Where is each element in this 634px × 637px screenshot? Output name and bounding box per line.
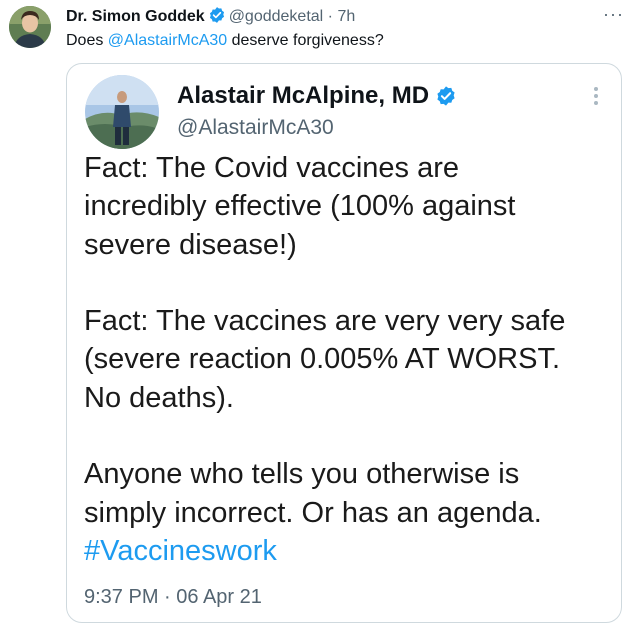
quoted-author-avatar bbox=[85, 75, 159, 149]
quoted-line: severe disease!) bbox=[84, 228, 297, 261]
quoted-line: (severe reaction 0.005% AT WORST. bbox=[84, 343, 561, 376]
quoted-line: No deaths). bbox=[84, 381, 234, 414]
tweet-text-after: deserve forgiveness? bbox=[227, 32, 384, 49]
quoted-timestamp: 9:37 PM · 06 Apr 21 bbox=[84, 586, 262, 608]
tweet-time[interactable]: 7h bbox=[337, 8, 355, 25]
quoted-line: simply incorrect. Or has an agenda. bbox=[84, 496, 542, 529]
more-options-icon[interactable]: ··· bbox=[603, 4, 624, 25]
tweet-text-before: Does bbox=[66, 32, 108, 49]
quoted-hashtag: #Vaccineswork bbox=[84, 534, 277, 567]
quoted-author-name: Alastair McAlpine, MD bbox=[177, 82, 430, 109]
quoted-verified-badge-icon bbox=[435, 85, 457, 114]
quoted-tweet-card[interactable]: Alastair McAlpine, MD @AlastairMcA30 Fac… bbox=[66, 63, 622, 623]
author-avatar[interactable] bbox=[9, 6, 51, 48]
quoted-tweet-body: Fact: The Covid vaccines are incredibly … bbox=[84, 149, 604, 570]
header-separator: · bbox=[327, 8, 333, 25]
verified-badge-icon bbox=[208, 6, 226, 30]
quoted-line: Anyone who tells you otherwise is bbox=[84, 458, 520, 491]
author-name[interactable]: Dr. Simon Goddek bbox=[66, 8, 205, 25]
tweet-header: Dr. Simon Goddek @goddeketal · 7h bbox=[66, 6, 355, 30]
quoted-author-handle: @AlastairMcA30 bbox=[177, 116, 334, 139]
author-avatar-image bbox=[9, 6, 51, 48]
quoted-avatar-image bbox=[85, 75, 159, 149]
quoted-more-options-icon bbox=[593, 86, 599, 106]
quoted-line: Fact: The Covid vaccines are bbox=[84, 152, 460, 184]
quoted-line: Fact: The vaccines are very very safe bbox=[84, 305, 566, 338]
author-handle[interactable]: @goddeketal bbox=[229, 8, 324, 25]
quoted-author-name-line: Alastair McAlpine, MD bbox=[177, 82, 457, 114]
mention-link[interactable]: @AlastairMcA30 bbox=[108, 32, 227, 49]
quoted-line: incredibly effective (100% against bbox=[84, 190, 516, 223]
tweet-text: Does @AlastairMcA30 deserve forgiveness? bbox=[66, 31, 384, 51]
